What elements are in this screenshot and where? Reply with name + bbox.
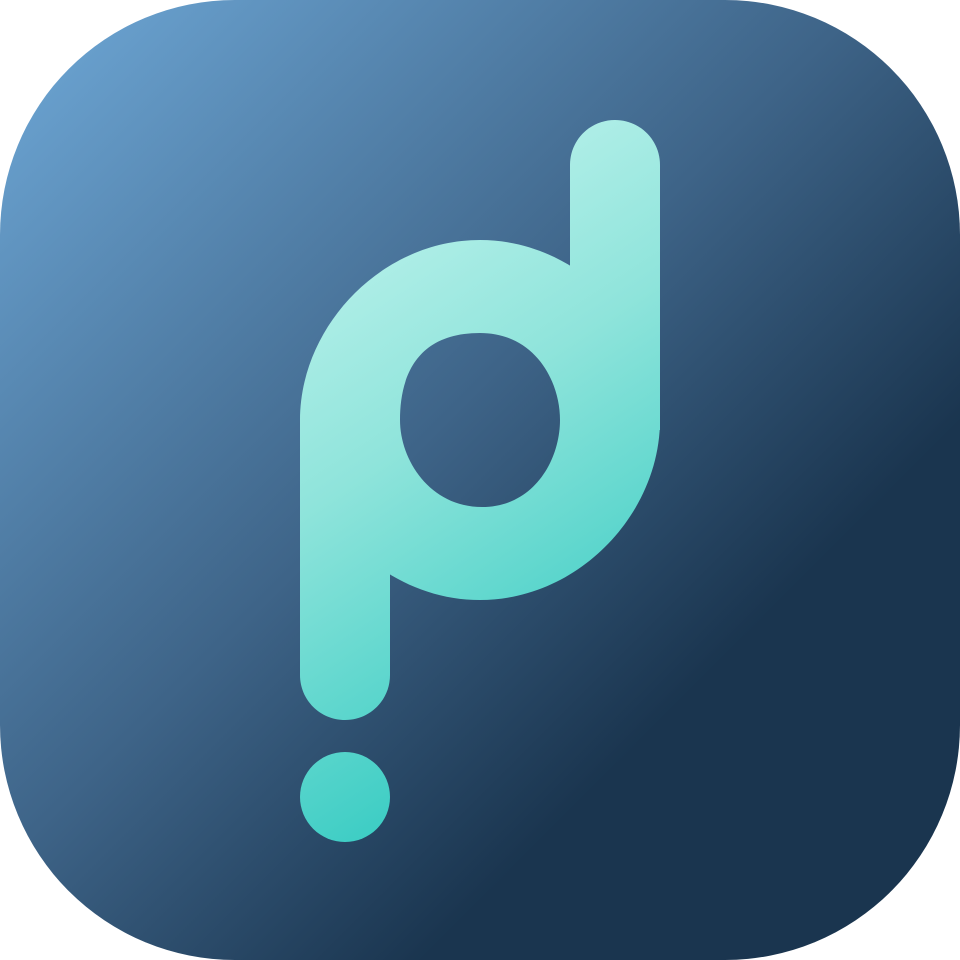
logo-descender <box>300 420 390 720</box>
app-icon-graphic <box>0 0 960 960</box>
logo-ascender <box>570 120 660 430</box>
app-icon[interactable] <box>0 0 960 960</box>
logo-dot <box>300 752 390 842</box>
icon-background <box>0 0 960 960</box>
